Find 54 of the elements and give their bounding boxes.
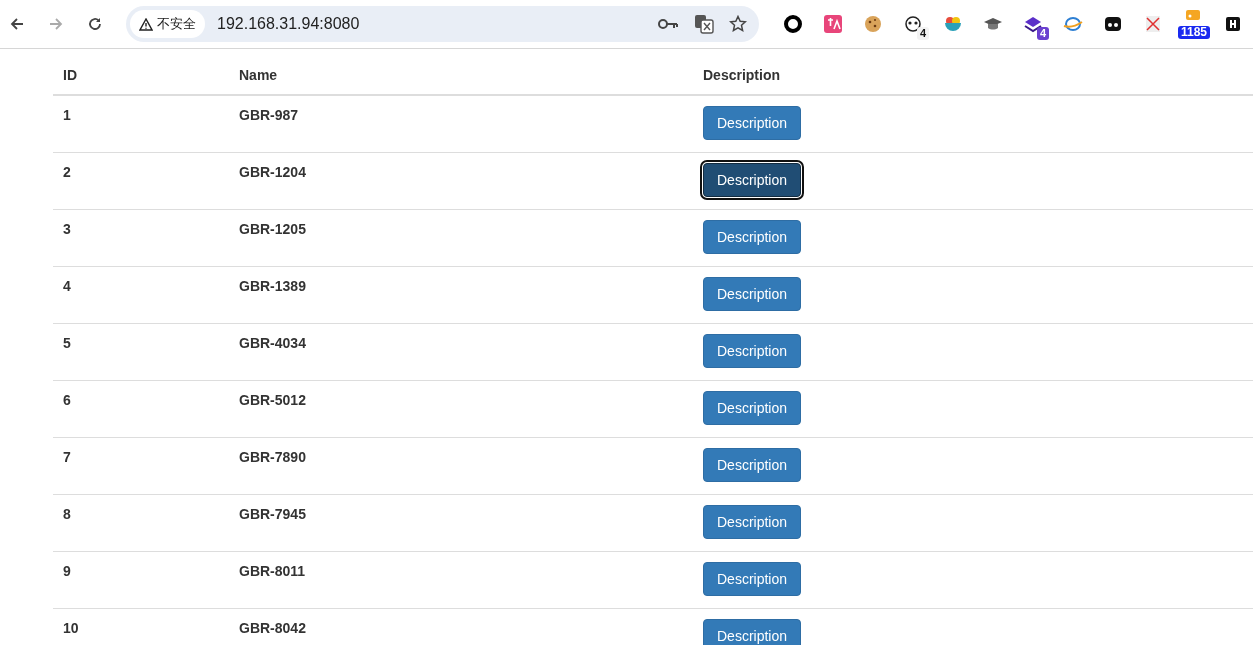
mask-icon[interactable] (1103, 14, 1123, 34)
name-cell: GBR-987 (229, 95, 693, 153)
extension-badge: 4 (916, 27, 929, 40)
description-button[interactable]: Description (703, 106, 802, 140)
security-label: 不安全 (157, 15, 196, 33)
star-icon[interactable] (729, 15, 747, 33)
globe-icon[interactable] (1063, 14, 1083, 34)
column-header: Description (693, 49, 1253, 95)
extension-badge: 4 (1036, 27, 1049, 40)
name-cell: GBR-1389 (229, 266, 693, 324)
translate-icon[interactable] (694, 14, 714, 34)
id-cell: 1 (53, 95, 229, 153)
key-icon[interactable] (657, 18, 679, 30)
id-cell: 2 (53, 152, 229, 210)
description-button[interactable]: Description (703, 220, 802, 254)
description-button[interactable]: Description (703, 334, 802, 368)
warning-icon (139, 17, 153, 31)
translate-icon[interactable] (823, 14, 843, 34)
id-cell: 6 (53, 380, 229, 438)
id-cell: 9 (53, 551, 229, 609)
url-text: 192.168.31.94:8080 (217, 15, 361, 33)
description-button[interactable]: Description (703, 163, 802, 197)
name-cell: GBR-7945 (229, 494, 693, 552)
id-cell: 8 (53, 494, 229, 552)
name-cell: GBR-7890 (229, 437, 693, 495)
description-button[interactable]: Description (703, 448, 802, 482)
security-chip[interactable]: 不安全 (130, 10, 205, 38)
ring-icon[interactable] (783, 14, 803, 34)
id-cell: 7 (53, 437, 229, 495)
name-cell: GBR-1204 (229, 152, 693, 210)
bowl-icon[interactable] (943, 14, 963, 34)
cookie-icon[interactable] (863, 14, 883, 34)
address-bar[interactable]: 不安全 192.168.31.94:8080 (126, 6, 759, 42)
square-icon[interactable] (1223, 14, 1243, 34)
name-cell: GBR-5012 (229, 380, 693, 438)
name-cell: GBR-8042 (229, 608, 693, 645)
back-icon[interactable] (9, 16, 25, 32)
reload-icon[interactable] (87, 16, 103, 32)
name-cell: GBR-4034 (229, 323, 693, 381)
description-button[interactable]: Description (703, 277, 802, 311)
column-header: Name (229, 49, 693, 95)
extension-badge: 1185 (1178, 26, 1211, 39)
cross-icon[interactable] (1143, 14, 1163, 34)
id-cell: 5 (53, 323, 229, 381)
description-button[interactable]: Description (703, 391, 802, 425)
description-button[interactable]: Description (703, 562, 802, 596)
id-cell: 10 (53, 608, 229, 645)
column-header: ID (53, 49, 229, 95)
name-cell: GBR-1205 (229, 209, 693, 267)
id-cell: 4 (53, 266, 229, 324)
name-cell: GBR-8011 (229, 551, 693, 609)
description-button[interactable]: Description (703, 619, 802, 645)
description-button[interactable]: Description (703, 505, 802, 539)
id-cell: 3 (53, 209, 229, 267)
